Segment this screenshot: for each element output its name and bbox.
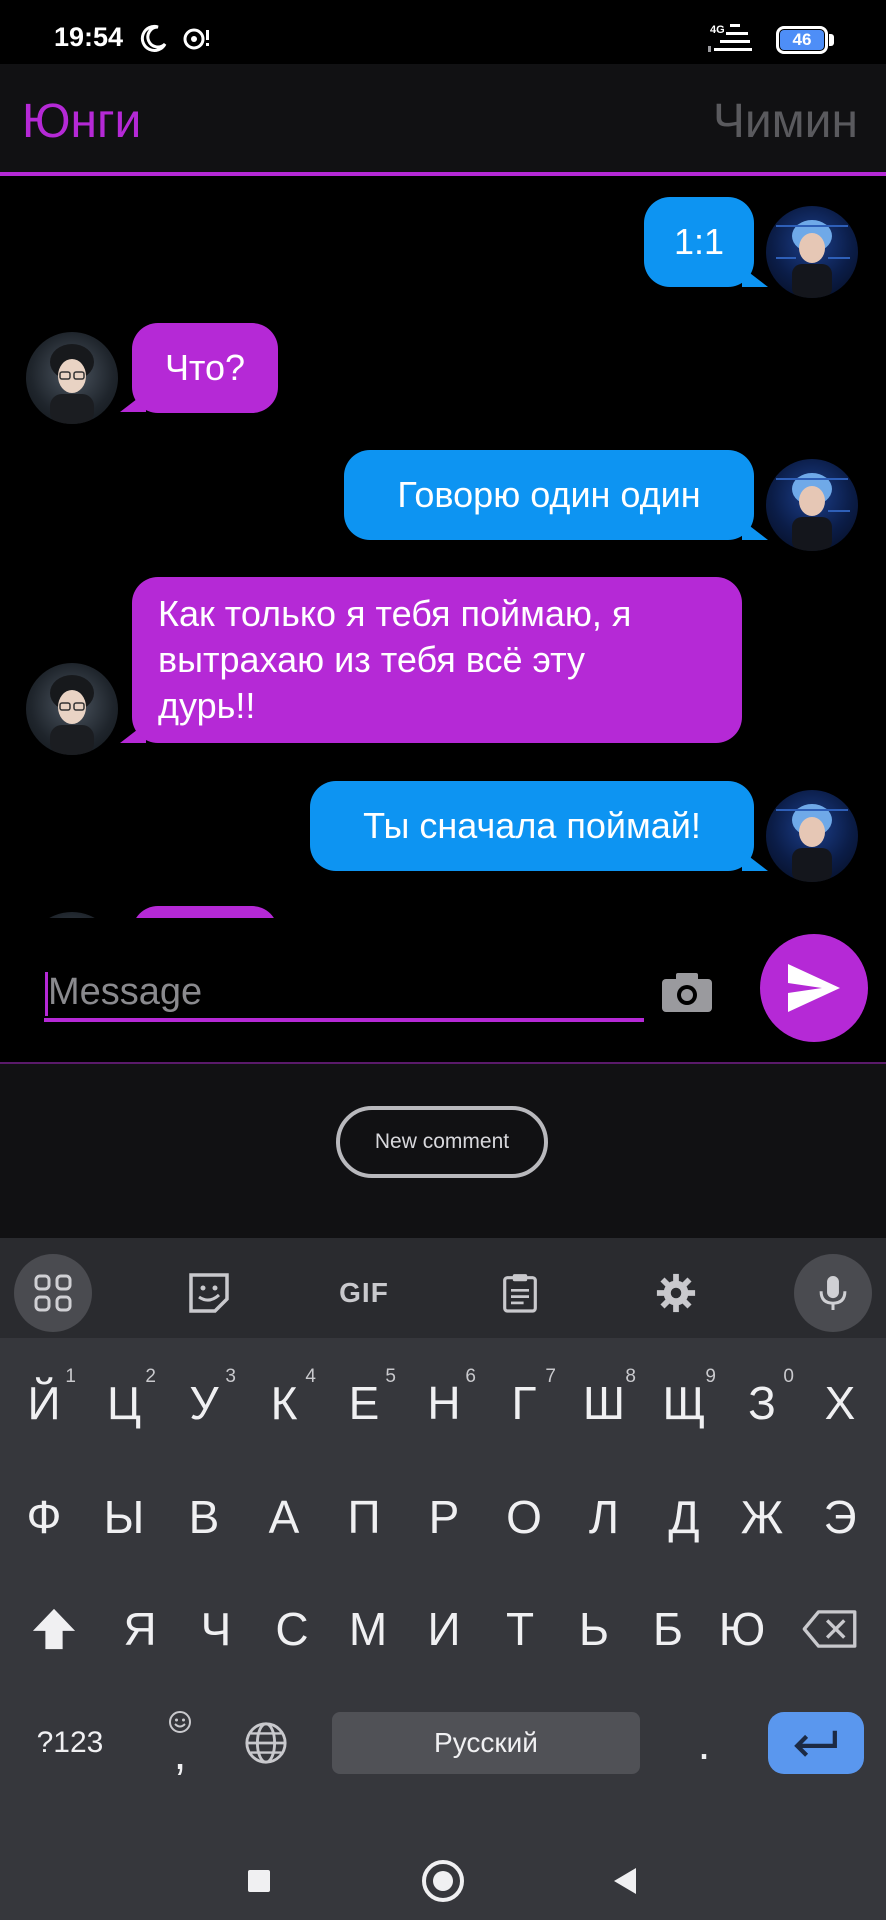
send-button[interactable] xyxy=(760,934,868,1042)
notification-icon xyxy=(183,28,209,50)
avatar-jimin[interactable] xyxy=(766,459,858,551)
message-bubble-incoming[interactable]: Что? xyxy=(132,323,278,413)
message-input-bar xyxy=(0,918,886,1064)
key-К[interactable]: К4 xyxy=(244,1358,324,1448)
gif-button[interactable]: GIF xyxy=(325,1254,403,1332)
comment-area: New comment xyxy=(0,1064,886,1238)
character-left-name[interactable]: Юнги xyxy=(22,94,141,149)
clipboard-icon[interactable] xyxy=(481,1254,559,1332)
key-П[interactable]: П xyxy=(324,1472,404,1562)
key-Ь[interactable]: Ь xyxy=(554,1584,634,1674)
key-О[interactable]: О xyxy=(484,1472,564,1562)
microphone-icon[interactable] xyxy=(794,1254,872,1332)
backspace-key[interactable] xyxy=(790,1584,870,1674)
key-Н[interactable]: Н6 xyxy=(404,1358,484,1448)
key-А[interactable]: А xyxy=(244,1472,324,1562)
settings-gear-icon[interactable] xyxy=(637,1254,715,1332)
key-У[interactable]: У3 xyxy=(164,1358,244,1448)
comma-label: , xyxy=(173,1727,187,1779)
key-Ю[interactable]: Ю xyxy=(702,1584,782,1674)
key-Г[interactable]: Г7 xyxy=(484,1358,564,1448)
message-text-line: Как только я тебя поймаю, я xyxy=(158,593,632,634)
message-bubble-outgoing[interactable]: Говорю один один xyxy=(344,450,754,540)
battery-icon: 46 xyxy=(776,26,834,54)
sticker-icon[interactable] xyxy=(170,1254,248,1332)
globe-icon xyxy=(245,1722,287,1764)
message-text: Ты сначала поймай! xyxy=(363,805,701,846)
avatar-yoongi[interactable] xyxy=(26,332,118,424)
avatar-yoongi[interactable] xyxy=(26,663,118,755)
message-bubble-outgoing[interactable]: 1:1 xyxy=(644,197,754,287)
key-Я[interactable]: Я xyxy=(100,1584,180,1674)
chat-header: Юнги Чимин xyxy=(0,64,886,176)
moon-icon xyxy=(140,24,167,52)
message-bubble-incoming-partial[interactable] xyxy=(132,906,278,918)
back-button[interactable] xyxy=(614,1868,636,1894)
keyboard: GIF Й1 Ц2 У3 К4 Е5 Н6 Г7 Ш8 Щ9 З0 Х Ф Ы … xyxy=(0,1238,886,1920)
status-time: 19:54 xyxy=(54,22,124,52)
message-bubble-incoming[interactable]: Как только я тебя поймаю, я вытрахаю из … xyxy=(132,577,742,743)
message-bubble-outgoing[interactable]: Ты сначала поймай! xyxy=(310,781,754,871)
key-Р[interactable]: Р xyxy=(404,1472,484,1562)
message-input[interactable] xyxy=(44,966,644,1022)
key-Б[interactable]: Б xyxy=(628,1584,708,1674)
key-Ш[interactable]: Ш8 xyxy=(564,1358,644,1448)
globe-key[interactable] xyxy=(226,1698,306,1788)
key-Х[interactable]: Х xyxy=(800,1358,880,1448)
key-Ф[interactable]: Ф xyxy=(4,1472,84,1562)
keyboard-toolbar: GIF xyxy=(0,1238,886,1338)
key-Ж[interactable]: Ж xyxy=(722,1472,802,1562)
message-text-line: вытрахаю из тебя всё эту xyxy=(158,639,586,680)
send-icon xyxy=(788,964,840,1012)
new-comment-button[interactable]: New comment xyxy=(336,1106,548,1178)
key-М[interactable]: М xyxy=(328,1584,408,1674)
numbers-key[interactable]: ?123 xyxy=(22,1698,118,1788)
key-С[interactable]: С xyxy=(252,1584,332,1674)
message-text: 1:1 xyxy=(673,221,725,262)
backspace-icon xyxy=(802,1610,857,1648)
recent-apps-button[interactable] xyxy=(248,1870,270,1892)
character-right-name[interactable]: Чимин xyxy=(713,94,858,149)
key-Ч[interactable]: Ч xyxy=(176,1584,256,1674)
key-Э[interactable]: Э xyxy=(800,1472,880,1562)
text-cursor xyxy=(45,972,48,1016)
enter-arrow-icon xyxy=(794,1730,837,1757)
key-Ы[interactable]: Ы xyxy=(84,1472,164,1562)
key-И[interactable]: И xyxy=(404,1584,484,1674)
camera-icon[interactable] xyxy=(660,970,714,1014)
avatar-jimin[interactable] xyxy=(766,206,858,298)
key-Ц[interactable]: Ц2 xyxy=(84,1358,164,1448)
network-label: 4G xyxy=(710,24,725,36)
system-navigation-bar xyxy=(0,1850,886,1920)
key-Щ[interactable]: Щ9 xyxy=(644,1358,724,1448)
chat-messages[interactable]: 1:1 Что? Говорю один один Как только я т… xyxy=(0,180,886,918)
period-key[interactable]: . xyxy=(664,1698,744,1788)
battery-level: 46 xyxy=(792,30,812,49)
message-text: Говорю один один xyxy=(397,474,701,515)
key-Й[interactable]: Й1 xyxy=(4,1358,84,1448)
key-З[interactable]: З0 xyxy=(722,1358,802,1448)
key-Е[interactable]: Е5 xyxy=(324,1358,404,1448)
keyboard-keys: Й1 Ц2 У3 К4 Е5 Н6 Г7 Ш8 Щ9 З0 Х Ф Ы В А … xyxy=(0,1338,886,1850)
shift-key[interactable] xyxy=(14,1584,94,1674)
message-text: Что? xyxy=(164,347,246,388)
key-Л[interactable]: Л xyxy=(564,1472,644,1562)
space-key[interactable]: Русский xyxy=(332,1712,640,1774)
signal-icon: 4G xyxy=(708,24,752,52)
avatar-jimin[interactable] xyxy=(766,790,858,882)
status-bar: 19:54 4G 46 xyxy=(0,0,886,64)
key-Т[interactable]: Т xyxy=(480,1584,560,1674)
key-Д[interactable]: Д xyxy=(644,1472,724,1562)
comma-emoji-key[interactable]: , xyxy=(140,1698,220,1788)
key-В[interactable]: В xyxy=(164,1472,244,1562)
shift-arrow-icon xyxy=(32,1608,76,1650)
apps-grid-icon[interactable] xyxy=(14,1254,92,1332)
enter-key[interactable] xyxy=(768,1712,864,1774)
message-text-line: дурь!! xyxy=(158,685,256,726)
home-button[interactable] xyxy=(422,1860,464,1902)
